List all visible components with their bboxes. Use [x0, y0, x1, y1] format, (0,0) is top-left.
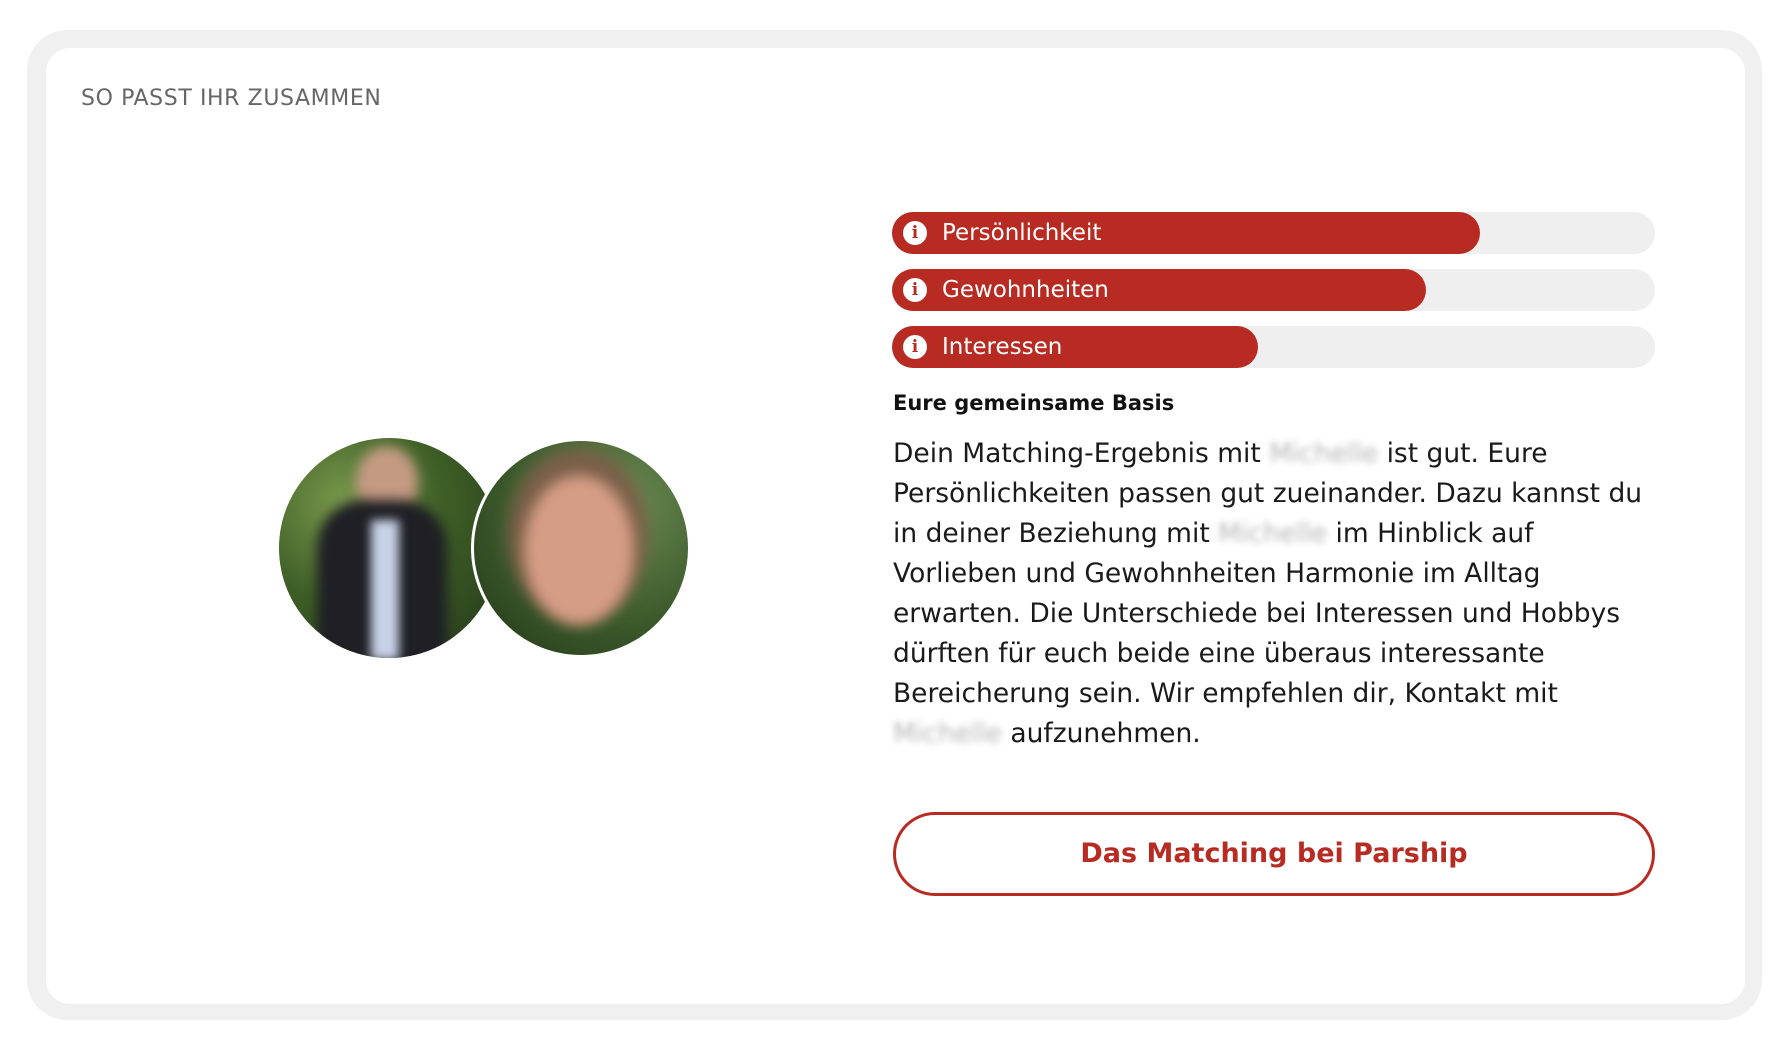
- bar-habits: i Gewohnheiten: [892, 269, 1655, 311]
- basis-heading: Eure gemeinsame Basis: [893, 391, 1175, 415]
- bar-interests: i Interessen: [892, 326, 1655, 368]
- matching-info-button[interactable]: Das Matching bei Parship: [893, 812, 1655, 896]
- match-name: Michelle: [893, 718, 1002, 749]
- match-name: Michelle: [1269, 438, 1379, 469]
- user-avatar: [279, 438, 499, 658]
- match-avatar: [471, 438, 691, 658]
- bar-habits-label: Gewohnheiten: [942, 277, 1109, 303]
- info-icon[interactable]: i: [903, 335, 927, 359]
- bar-interests-label: Interessen: [942, 334, 1063, 360]
- bar-personality-label: Persönlichkeit: [942, 220, 1102, 246]
- basis-description: Dein Matching-Ergebnis mit Michelle ist …: [893, 434, 1663, 754]
- match-name: Michelle: [1218, 518, 1328, 549]
- section-title: SO PASST IHR ZUSAMMEN: [81, 86, 382, 111]
- basis-text-part: Dein Matching-Ergebnis mit: [893, 438, 1270, 469]
- info-icon[interactable]: i: [903, 278, 927, 302]
- bar-personality: i Persönlichkeit: [892, 212, 1655, 254]
- info-icon[interactable]: i: [903, 221, 927, 245]
- basis-text-part: aufzunehmen.: [1001, 718, 1201, 749]
